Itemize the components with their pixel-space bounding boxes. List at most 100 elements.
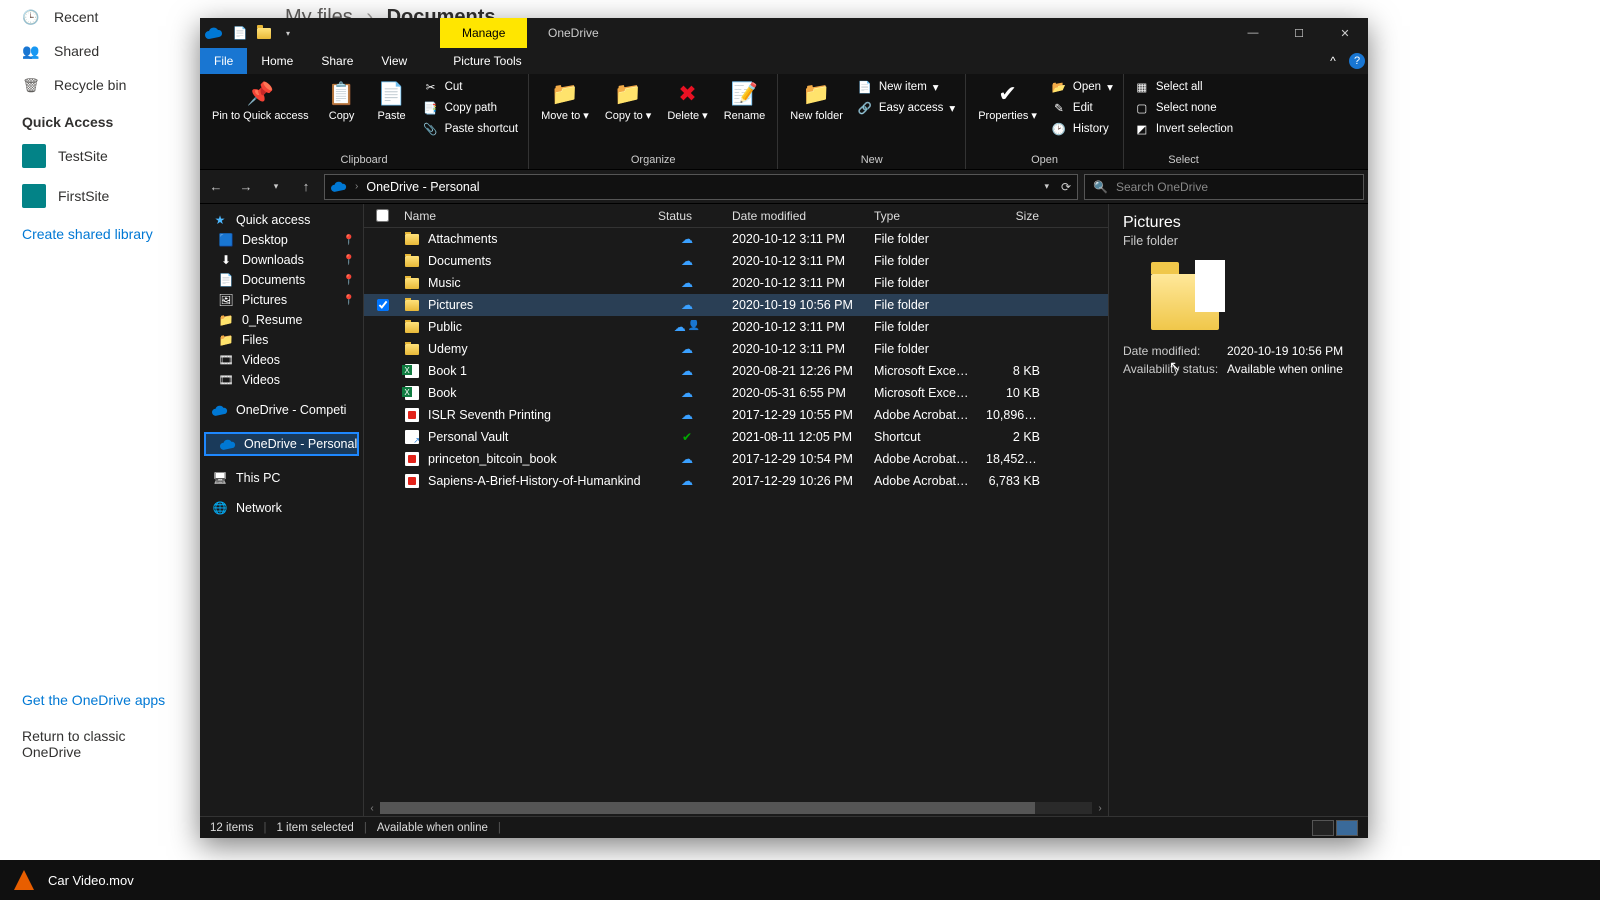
column-checkbox[interactable]: [370, 209, 396, 222]
file-row[interactable]: Pictures ☁ 2020-10-19 10:56 PM File fold…: [364, 294, 1108, 316]
search-box[interactable]: 🔍 Search OneDrive: [1084, 174, 1364, 200]
copy-button[interactable]: 📋Copy: [319, 76, 365, 123]
delete-button[interactable]: ✖Delete ▾: [661, 76, 713, 123]
copy-to-button[interactable]: 📁Copy to ▾: [599, 76, 658, 123]
file-row[interactable]: Public ☁👤 2020-10-12 3:11 PM File folder: [364, 316, 1108, 338]
new-folder-button[interactable]: 📁New folder: [784, 76, 849, 123]
nav-pinned-videos[interactable]: 🎞Videos: [200, 370, 363, 390]
pc-icon: 🖥: [212, 471, 228, 485]
column-date[interactable]: Date modified: [724, 209, 866, 223]
nav-pinned-documents[interactable]: 📄Documents📍: [200, 270, 363, 290]
get-onedrive-apps[interactable]: Get the OneDrive apps: [0, 682, 200, 718]
help-button[interactable]: ?: [1346, 48, 1368, 74]
file-list[interactable]: Attachments ☁ 2020-10-12 3:11 PM File fo…: [364, 228, 1108, 800]
minimize-button[interactable]: —: [1230, 18, 1276, 48]
nav-pinned-0_resume[interactable]: 📁0_Resume: [200, 310, 363, 330]
file-row[interactable]: Sapiens-A-Brief-History-of-Humankind ☁ 2…: [364, 470, 1108, 492]
nav-onedrive-compete[interactable]: OneDrive - Competi: [200, 400, 363, 420]
cut-button[interactable]: ✂Cut: [419, 78, 523, 96]
history-button[interactable]: 🕑History: [1047, 120, 1117, 138]
select-all-button[interactable]: ▦Select all: [1130, 78, 1237, 96]
scroll-left-icon[interactable]: ‹: [364, 803, 380, 814]
file-row[interactable]: Personal Vault ✔ 2021-08-11 12:05 PM Sho…: [364, 426, 1108, 448]
navigation-pane[interactable]: ★Quick access 🟦Desktop📍⬇Downloads📍📄Docum…: [200, 204, 364, 816]
nav-onedrive-personal[interactable]: OneDrive - Personal: [204, 432, 359, 456]
paste-shortcut-button[interactable]: 📎Paste shortcut: [419, 120, 523, 138]
horizontal-scrollbar[interactable]: ‹ ›: [364, 800, 1108, 816]
open-button[interactable]: 📂Open ▾: [1047, 78, 1117, 96]
nav-forward-button[interactable]: →: [234, 175, 258, 199]
taskbar[interactable]: Car Video.mov: [0, 860, 1600, 900]
rename-button[interactable]: 📝Rename: [718, 76, 772, 123]
site-firstsite[interactable]: FirstSite: [0, 176, 200, 216]
tab-view[interactable]: View: [367, 48, 421, 74]
nav-back-button[interactable]: ←: [204, 175, 228, 199]
edit-button[interactable]: ✎Edit: [1047, 99, 1117, 117]
properties-button[interactable]: ✔Properties ▾: [972, 76, 1043, 123]
tab-file[interactable]: File: [200, 48, 247, 74]
create-shared-library[interactable]: Create shared library: [0, 216, 200, 252]
column-size[interactable]: Size: [978, 209, 1048, 223]
select-none-button[interactable]: ▢Select none: [1130, 99, 1237, 117]
nav-pinned-files[interactable]: 📁Files: [200, 330, 363, 350]
nav-shared[interactable]: 👥Shared: [0, 34, 200, 68]
pin-to-quick-access-button[interactable]: 📌Pin to Quick access: [206, 76, 315, 123]
easy-access-button[interactable]: 🔗Easy access ▾: [853, 99, 959, 117]
column-type[interactable]: Type: [866, 209, 978, 223]
manage-contextual-tab[interactable]: Manage: [440, 18, 527, 48]
scroll-right-icon[interactable]: ›: [1092, 803, 1108, 814]
scroll-thumb[interactable]: [380, 802, 1035, 814]
nav-recent[interactable]: 🕒Recent: [0, 0, 200, 34]
copy-path-button[interactable]: 📑Copy path: [419, 99, 523, 117]
address-path[interactable]: › OneDrive - Personal ▾ ⟳: [324, 174, 1078, 200]
file-row[interactable]: Udemy ☁ 2020-10-12 3:11 PM File folder: [364, 338, 1108, 360]
tab-picture-tools[interactable]: Picture Tools: [439, 48, 535, 74]
nav-pinned-desktop[interactable]: 🟦Desktop📍: [200, 230, 363, 250]
path-current[interactable]: OneDrive - Personal: [366, 180, 479, 194]
file-row[interactable]: ISLR Seventh Printing ☁ 2017-12-29 10:55…: [364, 404, 1108, 426]
qat-dropdown-icon[interactable]: ▾: [276, 18, 300, 48]
titlebar[interactable]: 📄 ▾ Manage OneDrive — ☐ ✕: [200, 18, 1368, 48]
group-clipboard-label: Clipboard: [206, 152, 522, 169]
file-row[interactable]: Book ☁ 2020-05-31 6:55 PM Microsoft Exce…: [364, 382, 1108, 404]
invert-selection-button[interactable]: ◩Invert selection: [1130, 120, 1237, 138]
move-to-button[interactable]: 📁Move to ▾: [535, 76, 595, 123]
nav-quick-access[interactable]: ★Quick access: [200, 210, 363, 230]
path-dropdown-icon[interactable]: ▾: [1044, 181, 1049, 192]
vlc-icon[interactable]: [14, 870, 34, 890]
paste-button[interactable]: 📄Paste: [369, 76, 415, 123]
refresh-button[interactable]: ⟳: [1061, 180, 1071, 194]
folder-icon: [405, 344, 419, 355]
new-item-button[interactable]: 📄New item ▾: [853, 78, 959, 96]
file-row[interactable]: princeton_bitcoin_book ☁ 2017-12-29 10:5…: [364, 448, 1108, 470]
pin-icon: 📍: [343, 275, 355, 286]
qat-folder-icon[interactable]: [252, 18, 276, 48]
taskbar-video-title[interactable]: Car Video.mov: [48, 873, 134, 888]
file-type: File folder: [866, 298, 978, 312]
nav-network[interactable]: 🌐Network: [200, 498, 363, 518]
collapse-ribbon-icon[interactable]: ^: [1320, 48, 1346, 74]
tab-share[interactable]: Share: [307, 48, 367, 74]
nav-pinned-videos[interactable]: 🎞Videos: [200, 350, 363, 370]
nav-pinned-pictures[interactable]: 🖼Pictures📍: [200, 290, 363, 310]
file-row[interactable]: Music ☁ 2020-10-12 3:11 PM File folder: [364, 272, 1108, 294]
maximize-button[interactable]: ☐: [1276, 18, 1322, 48]
tab-home[interactable]: Home: [247, 48, 307, 74]
qat-save-icon[interactable]: 📄: [228, 18, 252, 48]
file-row[interactable]: Attachments ☁ 2020-10-12 3:11 PM File fo…: [364, 228, 1108, 250]
nav-this-pc[interactable]: 🖥This PC: [200, 468, 363, 488]
site-testsite[interactable]: TestSite: [0, 136, 200, 176]
close-button[interactable]: ✕: [1322, 18, 1368, 48]
nav-recycle[interactable]: 🗑Recycle bin: [0, 68, 200, 102]
column-name[interactable]: Name: [396, 209, 650, 223]
nav-pinned-downloads[interactable]: ⬇Downloads📍: [200, 250, 363, 270]
view-large-icons-button[interactable]: [1336, 820, 1358, 836]
file-row[interactable]: Book 1 ☁ 2020-08-21 12:26 PM Microsoft E…: [364, 360, 1108, 382]
row-checkbox[interactable]: [377, 299, 389, 311]
column-status[interactable]: Status: [650, 209, 724, 223]
return-classic[interactable]: Return to classic OneDrive: [0, 718, 200, 770]
view-details-button[interactable]: [1312, 820, 1334, 836]
nav-recent-dropdown[interactable]: ▾: [264, 175, 288, 199]
nav-up-button[interactable]: ↑: [294, 175, 318, 199]
file-row[interactable]: Documents ☁ 2020-10-12 3:11 PM File fold…: [364, 250, 1108, 272]
